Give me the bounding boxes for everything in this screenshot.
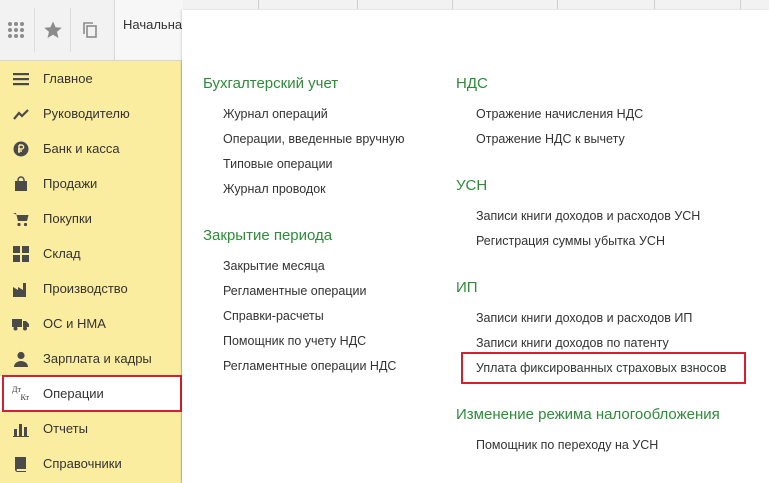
section-title-usn: УСН	[456, 177, 488, 194]
history-icon[interactable]	[78, 18, 102, 42]
bar-chart-icon	[12, 420, 29, 437]
sidebar-item-manager[interactable]: Руководителю	[0, 96, 181, 131]
sidebar-item-label: Банк и касса	[43, 141, 120, 156]
operations-menu-panel: Бухгалтерский учет Журнал операций Опера…	[182, 10, 769, 483]
sidebar-item-directories[interactable]: Справочники	[0, 446, 181, 481]
link-vat-routine-operations[interactable]: Регламентные операции НДС	[223, 359, 396, 373]
star-icon[interactable]	[41, 18, 65, 42]
sections-sidebar: Главное Руководителю Банк и касса Продаж…	[0, 61, 182, 483]
toolbar-separator	[34, 8, 35, 52]
highlight-operations	[2, 375, 182, 412]
toolbar-divider	[557, 0, 558, 9]
ruble-coin-icon	[12, 140, 29, 157]
link-manual-operations[interactable]: Операции, введенные вручную	[223, 132, 404, 146]
sidebar-item-fixed-assets[interactable]: ОС и НМА	[0, 306, 181, 341]
highlight-fixed-insurance-payment	[461, 352, 746, 384]
toolbar-divider	[654, 0, 655, 9]
sidebar-item-sales[interactable]: Продажи	[0, 166, 181, 201]
link-usn-loss-registration[interactable]: Регистрация суммы убытка УСН	[476, 234, 665, 248]
toolbar-separator	[70, 8, 71, 52]
section-title-period-closing: Закрытие периода	[203, 227, 333, 244]
sidebar-item-production[interactable]: Производство	[0, 271, 181, 306]
list-icon	[12, 70, 29, 87]
sidebar-item-label: Покупки	[43, 211, 92, 226]
link-vat-accrual[interactable]: Отражение начисления НДС	[476, 107, 643, 121]
sidebar-item-label: Руководителю	[43, 106, 130, 121]
section-title-vat: НДС	[456, 75, 488, 92]
link-usn-transition-assistant[interactable]: Помощник по переходу на УСН	[476, 438, 658, 452]
trend-chart-icon	[12, 105, 29, 122]
link-operations-journal[interactable]: Журнал операций	[223, 107, 328, 121]
sidebar-item-reports[interactable]: Отчеты	[0, 411, 181, 446]
toolbar-divider	[452, 0, 453, 9]
tab-start-label: Начальна	[123, 17, 183, 32]
sidebar-item-salary[interactable]: Зарплата и кадры	[0, 341, 181, 376]
link-typical-operations[interactable]: Типовые операции	[223, 157, 333, 171]
link-entries-journal[interactable]: Журнал проводок	[223, 182, 326, 196]
warehouse-grid-icon	[12, 245, 29, 262]
person-icon	[12, 350, 29, 367]
sidebar-item-label: Склад	[43, 246, 81, 261]
toolbar-divider	[357, 0, 358, 9]
cart-icon	[12, 210, 29, 227]
link-routine-operations[interactable]: Регламентные операции	[223, 284, 366, 298]
link-vat-assistant[interactable]: Помощник по учету НДС	[223, 334, 366, 348]
link-usn-book-entries[interactable]: Записи книги доходов и расходов УСН	[476, 209, 700, 223]
sidebar-item-label: Отчеты	[43, 421, 88, 436]
truck-icon	[12, 315, 29, 332]
sidebar-item-purchases[interactable]: Покупки	[0, 201, 181, 236]
factory-icon	[12, 280, 29, 297]
apps-grid-icon[interactable]	[4, 18, 28, 42]
link-vat-deduction[interactable]: Отражение НДС к вычету	[476, 132, 625, 146]
sidebar-item-label: ОС и НМА	[43, 316, 106, 331]
sidebar-item-warehouse[interactable]: Склад	[0, 236, 181, 271]
sidebar-item-main[interactable]: Главное	[0, 61, 181, 96]
sidebar-item-label: Зарплата и кадры	[43, 351, 152, 366]
section-title-tax-regime-change: Изменение режима налогообложения	[456, 406, 720, 423]
sidebar-item-label: Продажи	[43, 176, 98, 191]
link-patent-book-entries[interactable]: Записи книги доходов по патенту	[476, 336, 669, 350]
sidebar-item-bank[interactable]: Банк и касса	[0, 131, 181, 166]
link-ip-book-entries[interactable]: Записи книги доходов и расходов ИП	[476, 311, 692, 325]
link-calc-references[interactable]: Справки-расчеты	[223, 309, 324, 323]
section-title-ip: ИП	[456, 279, 478, 296]
section-title-accounting: Бухгалтерский учет	[203, 75, 339, 92]
sidebar-item-label: Главное	[43, 71, 93, 86]
toolbar-divider	[258, 0, 259, 9]
book-icon	[12, 455, 29, 472]
link-month-closing[interactable]: Закрытие месяца	[223, 259, 325, 273]
sidebar-item-label: Производство	[43, 281, 128, 296]
shopping-bag-icon	[12, 175, 29, 192]
tab-start-page[interactable]: Начальна	[114, 0, 183, 60]
toolbar-divider	[740, 0, 741, 9]
sidebar-item-label: Справочники	[43, 456, 122, 471]
